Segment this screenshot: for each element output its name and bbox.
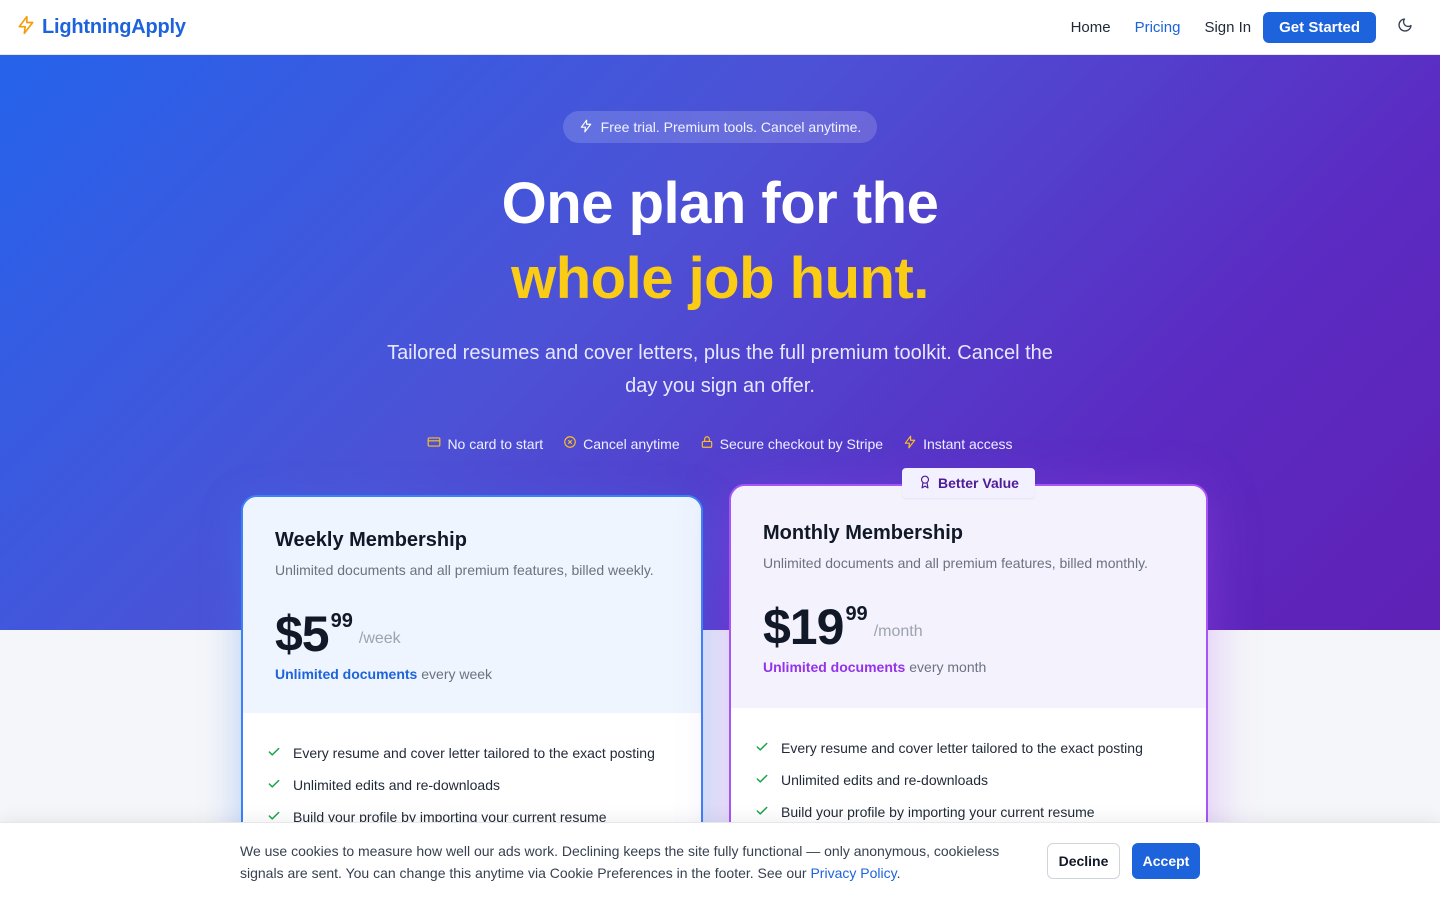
hero-headline-line1: One plan for the xyxy=(501,171,939,236)
feature-item: Unlimited edits and re-downloads xyxy=(267,769,677,801)
plan-docs-line: Unlimited documents every week xyxy=(275,666,669,682)
top-navbar: LightningApply Home Pricing Sign In Get … xyxy=(0,0,1440,55)
plan-description: Unlimited documents and all premium feat… xyxy=(763,555,1148,571)
nav-link-pricing[interactable]: Pricing xyxy=(1135,19,1181,36)
badge-no-card: No card to start xyxy=(427,435,543,452)
price-period: /month xyxy=(873,623,923,640)
docs-strong: Unlimited documents xyxy=(275,666,418,682)
plan-description: Unlimited documents and all premium feat… xyxy=(275,562,654,578)
nav-link-sign-in[interactable]: Sign In xyxy=(1204,19,1251,36)
price-amount: $19 xyxy=(763,599,844,655)
badge-label: Secure checkout by Stripe xyxy=(719,435,884,452)
docs-strong: Unlimited documents xyxy=(763,659,906,675)
cookie-message: We use cookies to measure how well our a… xyxy=(240,840,1030,884)
price-cents: 99 xyxy=(845,603,868,625)
brand-name: LightningApply xyxy=(42,15,186,38)
check-icon xyxy=(755,772,769,789)
cookie-consent-banner: We use cookies to measure how well our a… xyxy=(0,822,1440,900)
plan-title: Weekly Membership xyxy=(275,529,467,551)
price-cents: 99 xyxy=(330,610,353,632)
lightning-bolt-icon xyxy=(16,15,36,40)
hero-headline-line2: whole job hunt. xyxy=(511,246,929,311)
check-icon xyxy=(755,740,769,757)
decline-button[interactable]: Decline xyxy=(1047,843,1120,879)
badge-secure-checkout: Secure checkout by Stripe xyxy=(700,435,883,452)
check-icon xyxy=(267,745,281,762)
feature-list: Every resume and cover letter tailored t… xyxy=(243,713,701,833)
cookie-text-end: . xyxy=(896,865,901,881)
badge-label: No card to start xyxy=(447,435,544,452)
moon-icon xyxy=(1397,17,1413,38)
plan-price: $19 99 /month xyxy=(763,601,1174,653)
plan-docs-line: Unlimited documents every month xyxy=(763,659,1174,675)
weekly-plan-card[interactable]: Weekly Membership Unlimited documents an… xyxy=(241,495,703,875)
feature-text: Build your profile by importing your cur… xyxy=(781,804,1095,820)
nav-links: Home Pricing Sign In Get Started xyxy=(1047,11,1424,43)
feature-text: Every resume and cover letter tailored t… xyxy=(293,745,655,761)
plan-title: Monthly Membership xyxy=(763,522,964,544)
price-amount: $5 xyxy=(275,606,330,662)
brand-logo[interactable]: LightningApply xyxy=(16,15,186,40)
badge-instant-access: Instant access xyxy=(903,435,1013,452)
badge-label: Cancel anytime xyxy=(583,435,680,452)
lock-icon xyxy=(700,435,714,452)
trust-badges: No card to start Cancel anytime Secure c… xyxy=(0,435,1440,452)
badge-cancel-anytime: Cancel anytime xyxy=(563,435,680,452)
feature-item: Every resume and cover letter tailored t… xyxy=(267,737,677,769)
privacy-policy-link[interactable]: Privacy Policy xyxy=(810,865,896,881)
feature-list: Every resume and cover letter tailored t… xyxy=(731,708,1206,828)
feature-item: Unlimited edits and re-downloads xyxy=(755,764,1182,796)
trial-pill-text: Free trial. Premium tools. Cancel anytim… xyxy=(600,119,862,135)
hero-section: Free trial. Premium tools. Cancel anytim… xyxy=(0,55,1440,630)
feature-text: Unlimited edits and re-downloads xyxy=(293,777,500,793)
docs-rest: every month xyxy=(905,659,987,675)
feature-text: Every resume and cover letter tailored t… xyxy=(781,740,1143,756)
lightning-bolt-icon xyxy=(579,119,593,136)
weekly-plan-header: Weekly Membership Unlimited documents an… xyxy=(243,497,701,713)
plan-price: $5 99 /week xyxy=(275,608,669,660)
ribbon-label: Better Value xyxy=(938,475,1019,491)
theme-toggle-button[interactable] xyxy=(1394,16,1416,38)
lightning-bolt-icon xyxy=(903,435,917,452)
check-icon xyxy=(755,804,769,821)
accept-button[interactable]: Accept xyxy=(1132,843,1200,879)
price-period: /week xyxy=(358,630,401,647)
trial-pill: Free trial. Premium tools. Cancel anytim… xyxy=(563,111,877,143)
credit-card-icon xyxy=(427,435,441,452)
award-icon xyxy=(918,475,932,492)
get-started-button[interactable]: Get Started xyxy=(1263,11,1376,43)
feature-item: Every resume and cover letter tailored t… xyxy=(755,732,1182,764)
hero-subtitle: Tailored resumes and cover letters, plus… xyxy=(387,342,1053,397)
badge-label: Instant access xyxy=(923,435,1013,452)
x-circle-icon xyxy=(563,435,577,452)
nav-link-home[interactable]: Home xyxy=(1071,19,1111,36)
check-icon xyxy=(267,777,281,794)
better-value-ribbon: Better Value xyxy=(902,468,1035,498)
docs-rest: every week xyxy=(417,666,493,682)
feature-text: Unlimited edits and re-downloads xyxy=(781,772,988,788)
monthly-plan-header: Monthly Membership Unlimited documents a… xyxy=(731,486,1206,708)
